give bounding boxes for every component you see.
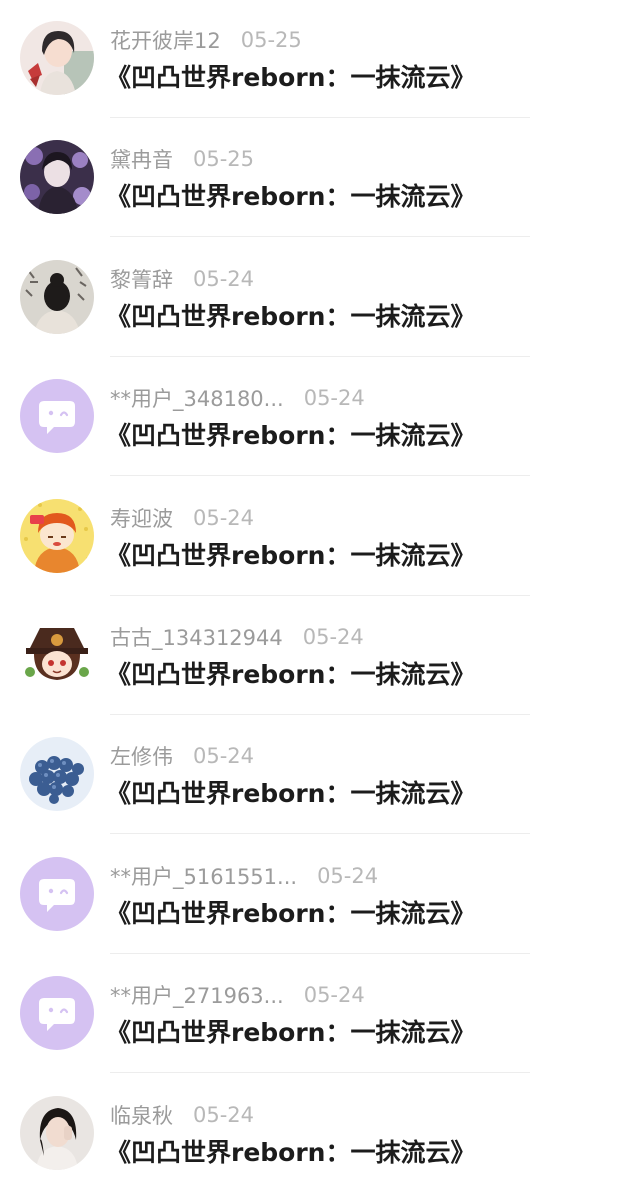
book-title[interactable]: 《凹凸世界reborn：一抹流云》 [106,177,475,217]
list-item[interactable]: 寿迎波 05-24 《凹凸世界reborn：一抹流云》 [0,478,640,597]
anime-avatar-icon [20,618,94,692]
list-item[interactable]: **用户_5161551... 05-24 《凹凸世界reborn：一抹流云》 [0,836,640,955]
list-item[interactable]: 古古_134312944 05-24 《凹凸世界reborn：一抹流云》 [0,597,640,716]
divider [110,117,530,118]
book-title[interactable]: 《凹凸世界reborn：一抹流云》 [106,58,475,98]
chat-bubble-icon [20,379,94,454]
avatar[interactable] [20,498,94,573]
item-meta: 寿迎波 05-24 [110,502,254,534]
username[interactable]: 黎箐辞 [110,264,173,294]
date: 05-24 [303,983,365,1008]
list-item[interactable]: 黛冉音 05-25 《凹凸世界reborn：一抹流云》 [0,119,640,238]
divider [110,952,530,954]
username[interactable]: 临泉秋 [110,1100,173,1130]
book-title[interactable]: 《凹凸世界reborn：一抹流云》 [106,536,475,576]
username[interactable]: 寿迎波 [110,503,173,533]
divider [110,833,530,835]
record-list: 花开彼岸12 05-25 《凹凸世界reborn：一抹流云》 黛冉音 05-25… [0,0,640,1183]
cartoon-avatar-icon [20,498,94,573]
date: 05-24 [193,505,255,530]
date: 05-24 [302,625,364,649]
date: 05-25 [240,28,302,52]
avatar[interactable] [20,976,94,1051]
item-meta: **用户_348180... 05-24 [110,382,365,414]
photo-avatar-icon [20,737,94,812]
date: 05-24 [303,386,365,411]
avatar[interactable] [20,21,94,95]
divider [110,355,530,357]
avatar[interactable] [20,259,94,334]
username[interactable]: 黛冉音 [110,144,173,174]
avatar[interactable] [20,618,94,692]
photo-avatar-icon [20,259,94,334]
list-item[interactable]: 左修伟 05-24 《凹凸世界reborn：一抹流云》 [0,716,640,835]
book-title[interactable]: 《凹凸世界reborn：一抹流云》 [106,297,475,337]
date: 05-25 [193,147,255,172]
date: 05-24 [193,1102,255,1127]
list-item[interactable]: **用户_271963... 05-24 《凹凸世界reborn：一抹流云》 [0,955,640,1074]
chat-bubble-icon [20,976,94,1051]
username[interactable]: 古古_134312944 [110,622,283,652]
item-meta: 左修伟 05-24 [110,740,254,772]
item-meta: 黎箐辞 05-24 [110,263,254,295]
item-meta: 花开彼岸12 05-25 [110,24,302,56]
photo-avatar-icon [20,1095,94,1170]
username[interactable]: **用户_5161551... [110,861,297,891]
avatar[interactable] [20,1095,94,1170]
divider [110,714,530,715]
username[interactable]: **用户_348180... [110,383,284,413]
item-meta: **用户_271963... 05-24 [110,979,365,1011]
divider [110,594,530,596]
avatar[interactable] [20,379,94,454]
book-title[interactable]: 《凹凸世界reborn：一抹流云》 [106,774,475,814]
item-meta: 古古_134312944 05-24 [110,621,364,653]
item-meta: 临泉秋 05-24 [110,1099,254,1131]
list-item[interactable]: 黎箐辞 05-24 《凹凸世界reborn：一抹流云》 [0,239,640,358]
username[interactable]: 左修伟 [110,741,173,771]
date: 05-24 [193,266,255,291]
book-title[interactable]: 《凹凸世界reborn：一抹流云》 [106,1133,475,1173]
date: 05-24 [193,744,255,769]
book-title[interactable]: 《凹凸世界reborn：一抹流云》 [106,655,475,695]
username[interactable]: 花开彼岸12 [110,25,221,55]
avatar[interactable] [20,140,94,215]
avatar[interactable] [20,737,94,812]
avatar[interactable] [20,856,94,931]
item-meta: **用户_5161551... 05-24 [110,860,378,892]
anime-avatar-icon [20,21,94,95]
divider [110,236,530,238]
book-title[interactable]: 《凹凸世界reborn：一抹流云》 [106,1013,475,1053]
book-title[interactable]: 《凹凸世界reborn：一抹流云》 [106,416,475,456]
item-meta: 黛冉音 05-25 [110,143,254,175]
divider [110,475,530,477]
list-item[interactable]: **用户_348180... 05-24 《凹凸世界reborn：一抹流云》 [0,358,640,477]
username[interactable]: **用户_271963... [110,980,284,1010]
date: 05-24 [317,863,379,888]
book-title[interactable]: 《凹凸世界reborn：一抹流云》 [106,894,475,934]
list-item[interactable]: 临泉秋 05-24 《凹凸世界reborn：一抹流云》 [0,1075,640,1183]
list-item[interactable]: 花开彼岸12 05-25 《凹凸世界reborn：一抹流云》 [0,0,640,119]
divider [110,1072,530,1074]
anime-avatar-icon [20,140,94,215]
chat-bubble-icon [20,856,94,931]
